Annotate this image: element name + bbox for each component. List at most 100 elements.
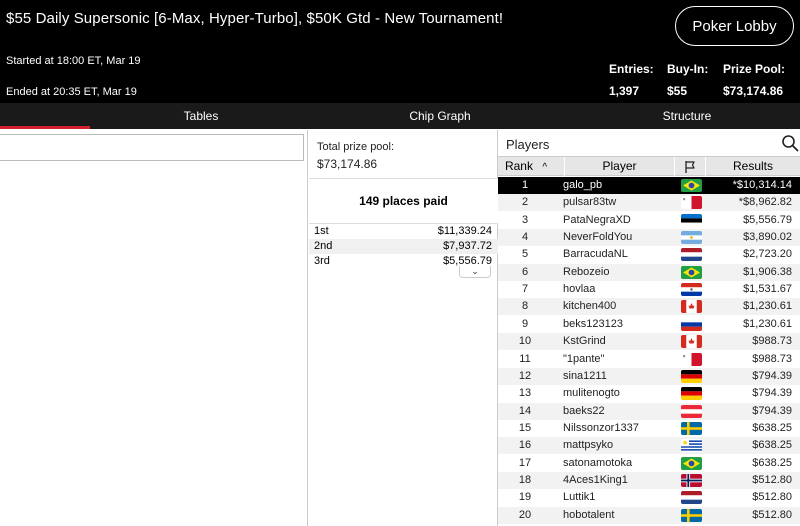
player-row[interactable]: 2 pulsar83tw *$8,962.82 — [498, 194, 800, 211]
player-row[interactable]: 4 NeverFoldYou $3,890.02 — [498, 229, 800, 246]
player-rank: 4 — [521, 231, 529, 243]
player-name: PataNegraXD — [563, 214, 631, 226]
tab-structure[interactable]: Structure — [587, 103, 787, 129]
player-row[interactable]: 1 galo_pb *$10,314.14 — [498, 177, 800, 194]
player-row[interactable]: 16 mattpsyko $638.25 — [498, 437, 800, 454]
brazil-flag — [681, 179, 702, 192]
player-name: galo_pb — [563, 179, 603, 191]
netherlands-flag — [681, 248, 702, 261]
player-result: $638.25 — [752, 457, 792, 469]
tournament-header: $55 Daily Supersonic [6-Max, Hyper-Turbo… — [0, 0, 800, 103]
prize-row: 2nd $7,937.72 — [309, 239, 498, 254]
player-rank: 2 — [521, 196, 529, 208]
player-rank: 8 — [521, 300, 529, 312]
brazil-flag — [681, 266, 702, 279]
rank-column-header[interactable]: Rank ^ — [498, 157, 554, 176]
player-row[interactable]: 15 Nilssonzor1337 $638.25 — [498, 420, 800, 437]
player-name: satonamotoka — [563, 457, 633, 469]
total-prize-value: $73,174.86 — [317, 157, 378, 171]
germany-flag — [681, 370, 702, 383]
total-prize-label: Total prize pool: — [317, 141, 395, 153]
player-name: Luttik1 — [563, 491, 596, 503]
player-row[interactable]: 5 BarracudaNL $2,723.20 — [498, 246, 800, 263]
player-name: kitchen400 — [563, 300, 617, 312]
player-result: $988.73 — [752, 335, 792, 347]
results-column-header[interactable]: Results — [706, 157, 800, 176]
brazil-flag — [681, 457, 702, 470]
expand-prizes-chevron-icon[interactable]: ⌄ — [459, 266, 491, 278]
players-title: Players — [506, 137, 550, 152]
player-rank: 11 — [519, 353, 531, 365]
player-rank: 9 — [521, 318, 529, 330]
player-name: hobotalent — [563, 509, 615, 521]
players-table-header: Rank ^ Player Results — [498, 156, 800, 176]
player-row[interactable]: 20 hobotalent $512.80 — [498, 507, 800, 524]
prize-row: 1st $11,339.24 — [309, 224, 498, 239]
player-row[interactable]: 13 mulitenogto $794.39 — [498, 385, 800, 402]
end-time: Ended at 20:35 ET, Mar 19 — [6, 86, 137, 98]
player-result: $3,890.02 — [743, 231, 792, 243]
places-paid-box: 149 places paid — [309, 178, 498, 224]
player-row[interactable]: 7 hovlaa $1,531.67 — [498, 281, 800, 298]
netherlands-flag — [681, 491, 702, 504]
player-rank: 5 — [521, 248, 529, 260]
prize-place: 2nd — [314, 240, 333, 252]
player-result: $988.73 — [752, 353, 792, 365]
player-rank: 16 — [518, 439, 532, 451]
rank-header-label: Rank — [504, 159, 533, 173]
search-icon[interactable] — [781, 134, 799, 152]
canada-flag — [681, 300, 702, 313]
malta-flag — [681, 196, 702, 209]
start-time: Started at 18:00 ET, Mar 19 — [6, 55, 141, 67]
tables-pane — [0, 130, 308, 526]
player-row[interactable]: 18 4Aces1King1 $512.80 — [498, 472, 800, 489]
argentina-flag — [681, 231, 702, 244]
player-rank: 17 — [518, 457, 532, 469]
player-result: $512.80 — [752, 474, 792, 486]
player-row[interactable]: 19 Luttik1 $512.80 — [498, 489, 800, 506]
player-name: Rebozeio — [563, 266, 610, 278]
player-rank: 1 — [521, 179, 529, 191]
buyin-label: Buy-In: — [667, 62, 709, 76]
player-name: KstGrind — [563, 335, 606, 347]
player-name: beks123123 — [563, 318, 623, 330]
player-result: $794.39 — [752, 387, 792, 399]
player-rank: 14 — [518, 405, 532, 417]
poker-lobby-button[interactable]: Poker Lobby — [675, 6, 794, 46]
player-rank: 15 — [518, 422, 532, 434]
player-result: $638.25 — [752, 439, 792, 451]
player-result: *$8,962.82 — [738, 196, 792, 208]
prize-amount: $11,339.24 — [437, 225, 492, 237]
tournament-title: $55 Daily Supersonic [6-Max, Hyper-Turbo… — [6, 10, 504, 27]
player-rank: 7 — [521, 283, 529, 295]
player-row[interactable]: 8 kitchen400 $1,230.61 — [498, 298, 800, 315]
entries-value: 1,397 — [609, 84, 640, 98]
player-row[interactable]: 17 satonamotoka $638.25 — [498, 455, 800, 472]
tables-filter-box[interactable] — [0, 134, 304, 161]
player-row[interactable]: 9 beks123123 $1,230.61 — [498, 316, 800, 333]
flag-column-header[interactable] — [675, 157, 705, 176]
canada-flag — [681, 335, 702, 348]
player-row[interactable]: 11 "1pante" $988.73 — [498, 351, 800, 368]
player-row[interactable]: 3 PataNegraXD $5,556.79 — [498, 212, 800, 229]
player-rank: 3 — [521, 214, 529, 226]
player-row[interactable]: 14 baeks22 $794.39 — [498, 403, 800, 420]
malta-flag — [681, 353, 702, 366]
player-row[interactable]: 6 Rebozeio $1,906.38 — [498, 264, 800, 281]
player-result: $794.39 — [752, 370, 792, 382]
player-row[interactable]: 10 KstGrind $988.73 — [498, 333, 800, 350]
prize-pane: Total prize pool: $73,174.86 149 places … — [309, 130, 498, 526]
player-column-header[interactable]: Player — [565, 157, 674, 176]
prize-place: 1st — [314, 225, 329, 237]
buyin-value: $55 — [667, 84, 688, 98]
active-tab-indicator — [0, 126, 90, 129]
player-rank: 6 — [521, 266, 529, 278]
prizepool-value: $73,174.86 — [723, 84, 784, 98]
estonia-flag — [681, 214, 702, 227]
tab-chip-graph[interactable]: Chip Graph — [340, 103, 540, 129]
player-name: baeks22 — [563, 405, 605, 417]
player-name: sina1211 — [563, 370, 607, 382]
player-row[interactable]: 12 sina1211 $794.39 — [498, 368, 800, 385]
player-rank: 12 — [518, 370, 532, 382]
uruguay-flag — [681, 439, 702, 452]
